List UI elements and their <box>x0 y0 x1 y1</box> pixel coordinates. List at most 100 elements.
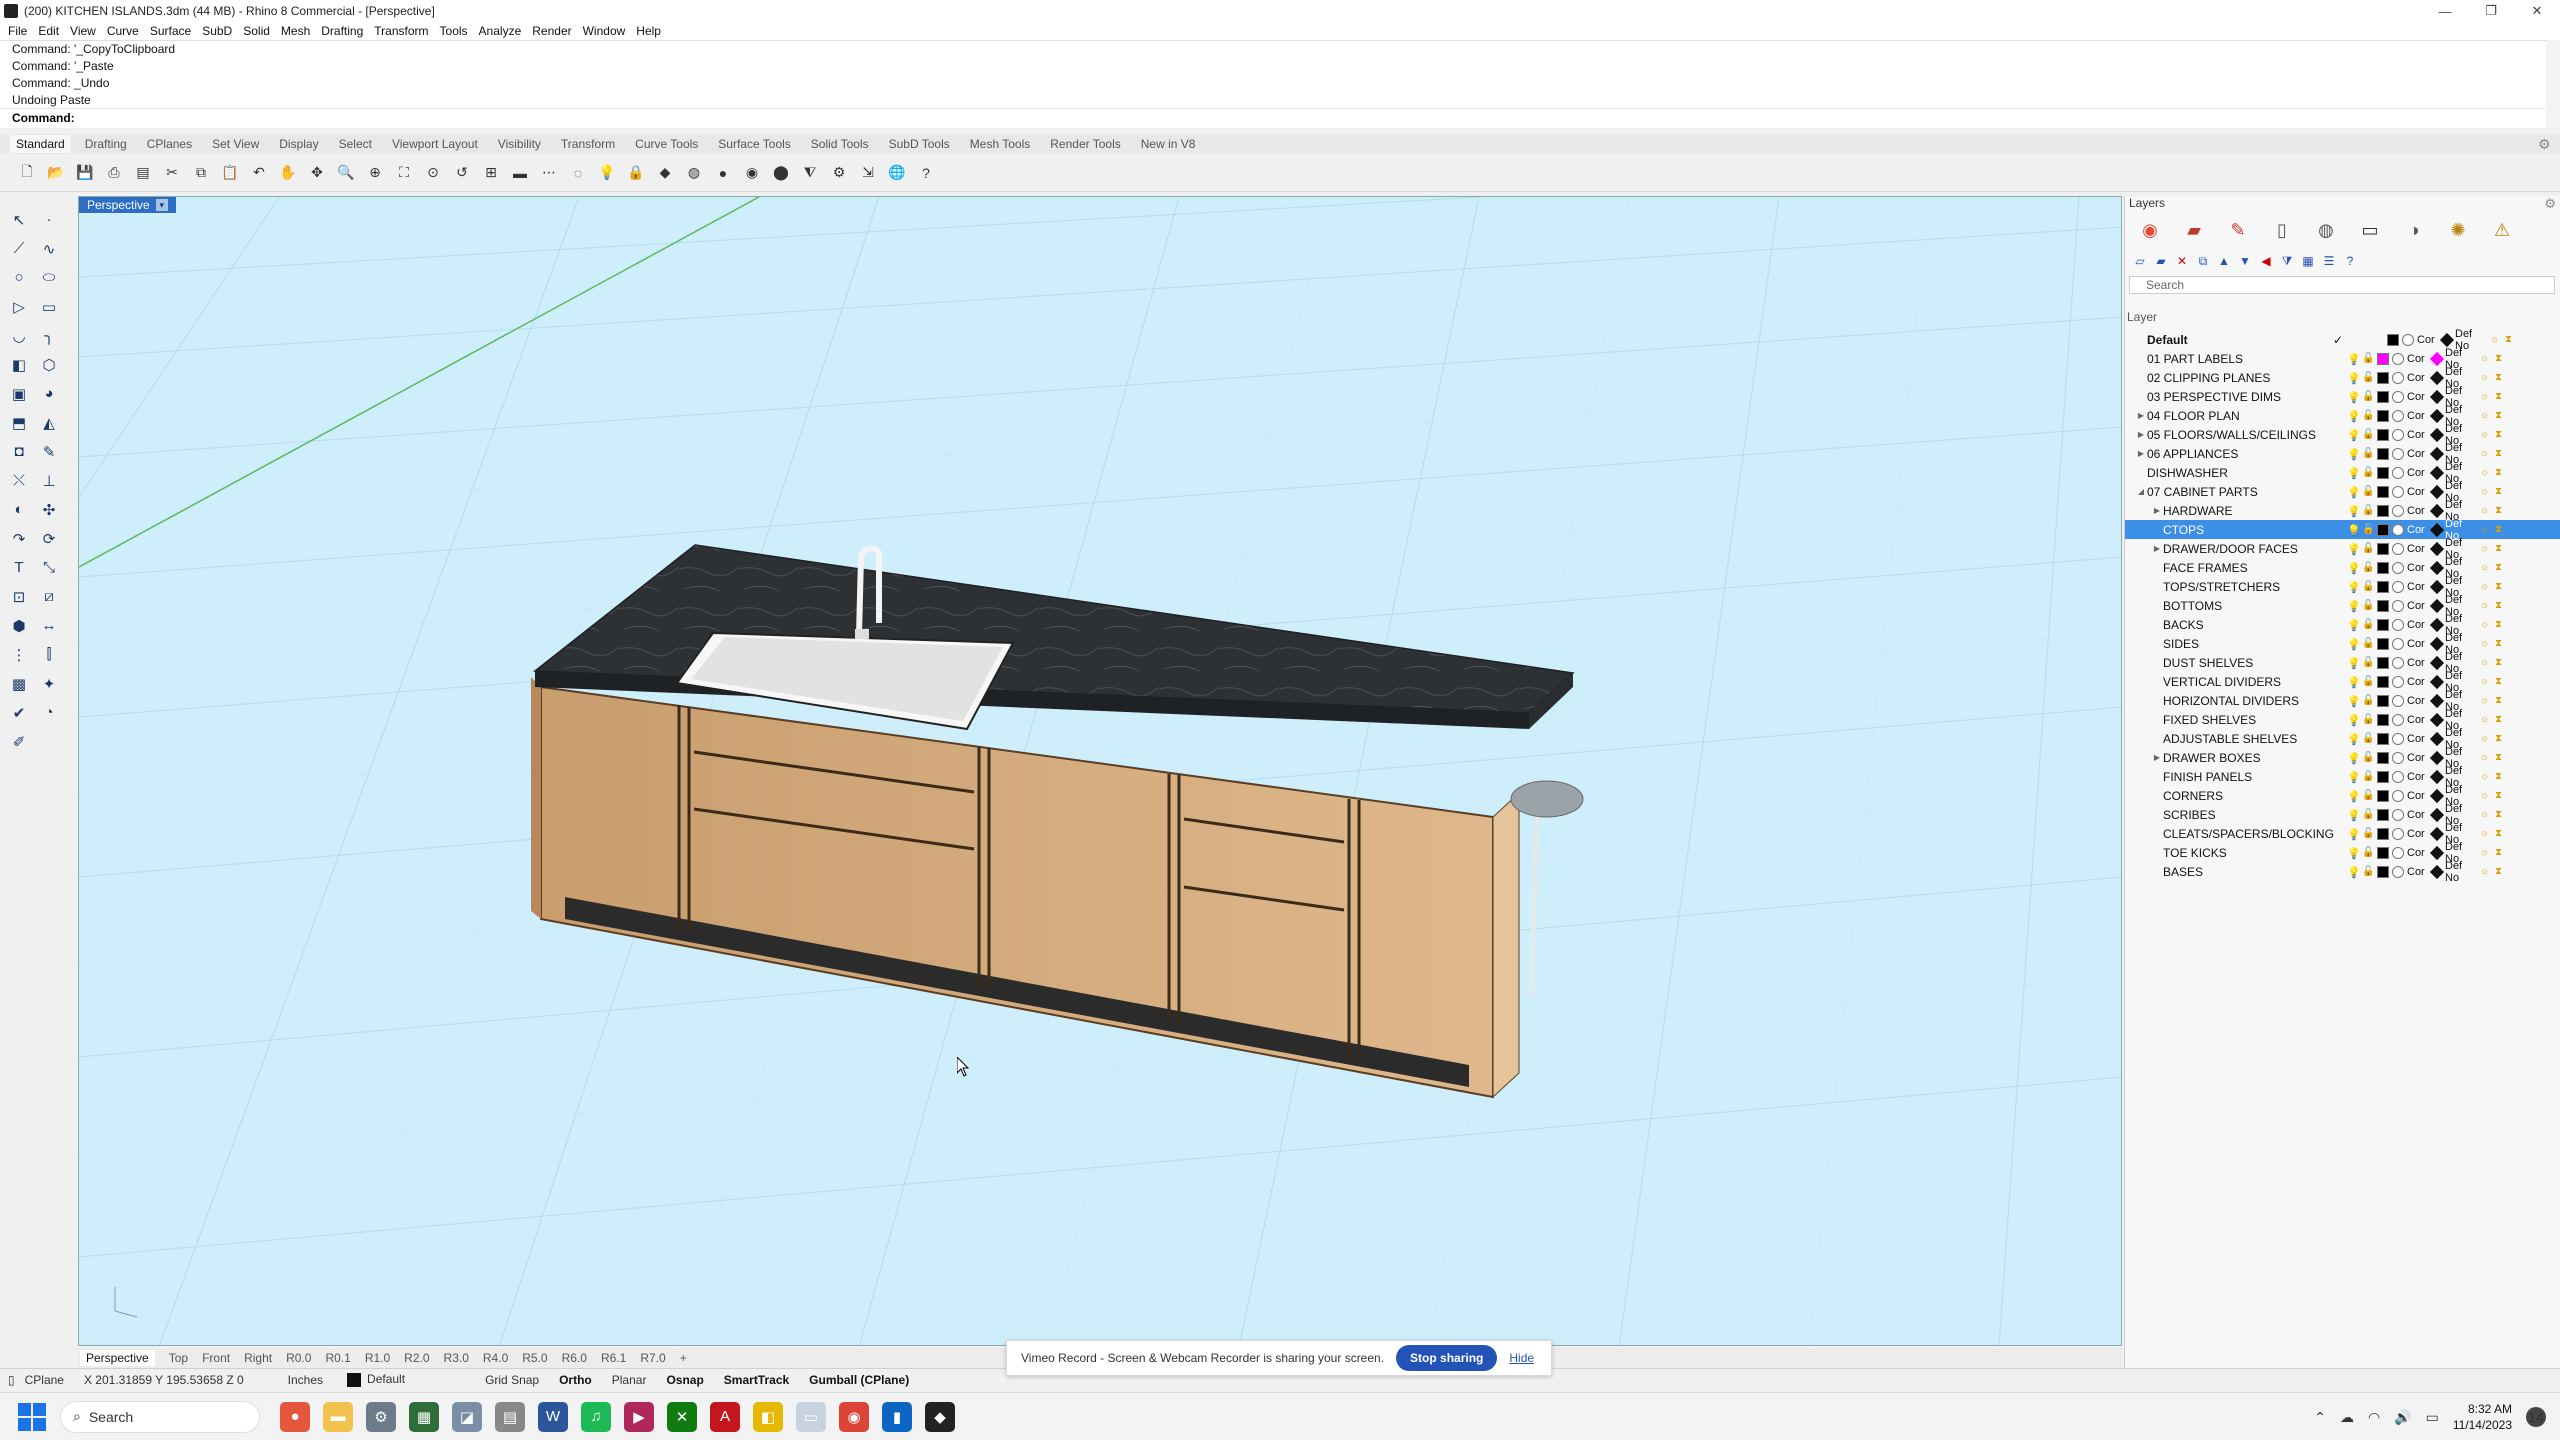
layer-material-icon[interactable] <box>2392 428 2404 441</box>
visibility-bulb-icon[interactable]: 💡 <box>2347 353 2361 366</box>
layer-color-swatch[interactable] <box>2387 333 2399 346</box>
boolean-icon[interactable]: ◘ <box>6 438 32 465</box>
lock-layer-icon[interactable]: 🔓 <box>2362 467 2374 479</box>
visibility-bulb-icon[interactable]: 💡 <box>2347 543 2361 556</box>
menu-transform[interactable]: Transform <box>374 24 437 38</box>
layer-color-swatch[interactable] <box>2377 770 2389 783</box>
layer-linetype[interactable]: Cor <box>2407 543 2429 555</box>
menu-tools[interactable]: Tools <box>440 24 477 38</box>
scale-icon[interactable]: ⤡ <box>36 554 62 581</box>
visibility-bulb-icon[interactable]: 💡 <box>2347 562 2361 575</box>
layer-help-icon[interactable]: ? <box>2341 252 2359 270</box>
tab-display[interactable]: Display <box>279 137 318 151</box>
clipping-plane-icon[interactable]: ☼ <box>2480 866 2492 878</box>
shaded-icon[interactable]: ● <box>712 162 734 184</box>
close-button[interactable]: ✕ <box>2514 0 2560 22</box>
section-style-icon[interactable]: ⧗ <box>2495 733 2507 745</box>
lock-layer-icon[interactable]: 🔓 <box>2362 676 2374 688</box>
clipping-plane-icon[interactable]: ☼ <box>2480 429 2492 441</box>
layer-color-swatch[interactable] <box>2377 751 2389 764</box>
minimize-button[interactable]: — <box>2422 0 2468 22</box>
visibility-bulb-icon[interactable]: 💡 <box>2347 581 2361 594</box>
clipping-plane-icon[interactable]: ☼ <box>2480 505 2492 517</box>
render-panel-icon[interactable]: ✺ <box>2441 218 2475 242</box>
lock-layer-icon[interactable]: 🔓 <box>2362 752 2374 764</box>
lock-layer-icon[interactable]: 🔓 <box>2362 619 2374 631</box>
hide-banner-link[interactable]: Hide <box>1509 1351 1534 1365</box>
app-pink-icon[interactable]: ▶ <box>624 1401 654 1432</box>
layer-linetype[interactable]: Cor <box>2407 828 2429 840</box>
clipping-plane-icon[interactable]: ☼ <box>2480 372 2492 384</box>
rectangle-icon[interactable]: ▭ <box>36 293 62 320</box>
section-style-icon[interactable]: ⧗ <box>2495 581 2507 593</box>
visibility-bulb-icon[interactable]: 💡 <box>2347 448 2361 461</box>
filter-icon[interactable]: ⧨ <box>799 162 821 184</box>
panel-gear-icon[interactable]: ⚙ <box>2544 196 2556 212</box>
visibility-bulb-icon[interactable]: 💡 <box>2347 771 2361 784</box>
check-icon[interactable]: ✔ <box>6 699 32 726</box>
lock-layer-icon[interactable]: 🔓 <box>2362 429 2374 441</box>
visibility-bulb-icon[interactable]: 💡 <box>2347 714 2361 727</box>
layer-color-swatch[interactable] <box>2377 371 2389 384</box>
array-icon[interactable]: ⊡ <box>6 583 32 610</box>
tab-select[interactable]: Select <box>339 137 372 151</box>
lock-layer-icon[interactable]: 🔓 <box>2362 581 2374 593</box>
status-units[interactable]: Inches <box>288 1373 323 1387</box>
clipping-plane-icon[interactable]: ☼ <box>2480 847 2492 859</box>
print-color-icon[interactable] <box>2429 826 2445 841</box>
tab-solid-tools[interactable]: Solid Tools <box>811 137 869 151</box>
status-layer[interactable]: Default <box>347 1372 405 1387</box>
section-style-icon[interactable]: ⧗ <box>2495 657 2507 669</box>
layer-color-swatch[interactable] <box>2377 827 2389 840</box>
panel-toggle-icon[interactable]: ▯ <box>8 1373 15 1387</box>
print-color-icon[interactable] <box>2429 541 2445 556</box>
render-icon[interactable]: ⬤ <box>770 162 792 184</box>
clipping-plane-icon[interactable]: ☼ <box>2480 486 2492 498</box>
vtab-r10[interactable]: R1.0 <box>365 1351 390 1365</box>
photos-icon[interactable]: ◪ <box>452 1401 482 1432</box>
toggle-planar[interactable]: Planar <box>612 1373 647 1387</box>
print-color-icon[interactable] <box>2429 655 2445 670</box>
paint-icon[interactable]: ◐ <box>6 496 32 523</box>
layer-search-input[interactable]: Search <box>2129 276 2555 294</box>
visibility-bulb-icon[interactable]: 💡 <box>2347 372 2361 385</box>
lock-icon[interactable]: 🔒 <box>625 162 647 184</box>
clipping-plane-icon[interactable]: ☼ <box>2480 657 2492 669</box>
rotate-view-icon[interactable]: ✥ <box>306 162 328 184</box>
wifi-icon[interactable]: ◠ <box>2368 1409 2380 1426</box>
tab-curve-tools[interactable]: Curve Tools <box>635 137 698 151</box>
perspective-viewport[interactable]: Perspective ▾ <box>78 196 2122 1346</box>
clipping-plane-icon[interactable]: ☼ <box>2480 391 2492 403</box>
select-icon[interactable]: ◌ <box>567 162 589 184</box>
section-style-icon[interactable]: ⧗ <box>2495 828 2507 840</box>
lock-layer-icon[interactable]: 🔓 <box>2362 828 2374 840</box>
analyze-icon[interactable]: ◔ <box>36 699 62 726</box>
app-yellow-icon[interactable]: ◧ <box>753 1401 783 1432</box>
layers-panel-icon[interactable]: ▰ <box>2177 218 2211 242</box>
print-color-icon[interactable] <box>2429 750 2445 765</box>
vtab-r40[interactable]: R4.0 <box>483 1351 508 1365</box>
print-color-icon[interactable] <box>2429 864 2445 879</box>
clipping-plane-icon[interactable]: ☼ <box>2480 771 2492 783</box>
print-color-icon[interactable] <box>2439 332 2455 347</box>
menu-help[interactable]: Help <box>636 24 670 38</box>
print-color-icon[interactable] <box>2429 503 2445 518</box>
layer-linetype[interactable]: Cor <box>2407 847 2429 859</box>
lock-layer-icon[interactable]: 🔓 <box>2362 505 2374 517</box>
word-icon[interactable]: W <box>538 1401 568 1432</box>
print-color-icon[interactable] <box>2429 693 2445 708</box>
layer-color-swatch[interactable] <box>2377 618 2389 631</box>
current-layer-check-icon[interactable]: ✓ <box>2333 333 2343 347</box>
box-icon[interactable]: ▣ <box>6 380 32 407</box>
layer-color-swatch[interactable] <box>2377 504 2389 517</box>
print-color-icon[interactable] <box>2429 484 2445 499</box>
taskbar-search[interactable]: ⌕ Search <box>60 1400 260 1433</box>
print-color-icon[interactable] <box>2429 769 2445 784</box>
layer-linetype[interactable]: Cor <box>2407 752 2429 764</box>
menu-file[interactable]: File <box>8 24 36 38</box>
layer-linetype[interactable]: Cor <box>2407 410 2429 422</box>
ellipse-icon[interactable]: ⬭ <box>36 264 62 291</box>
tab-subd-tools[interactable]: SubD Tools <box>889 137 950 151</box>
section-style-icon[interactable]: ⧗ <box>2495 790 2507 802</box>
vtab-r61[interactable]: R6.1 <box>601 1351 626 1365</box>
